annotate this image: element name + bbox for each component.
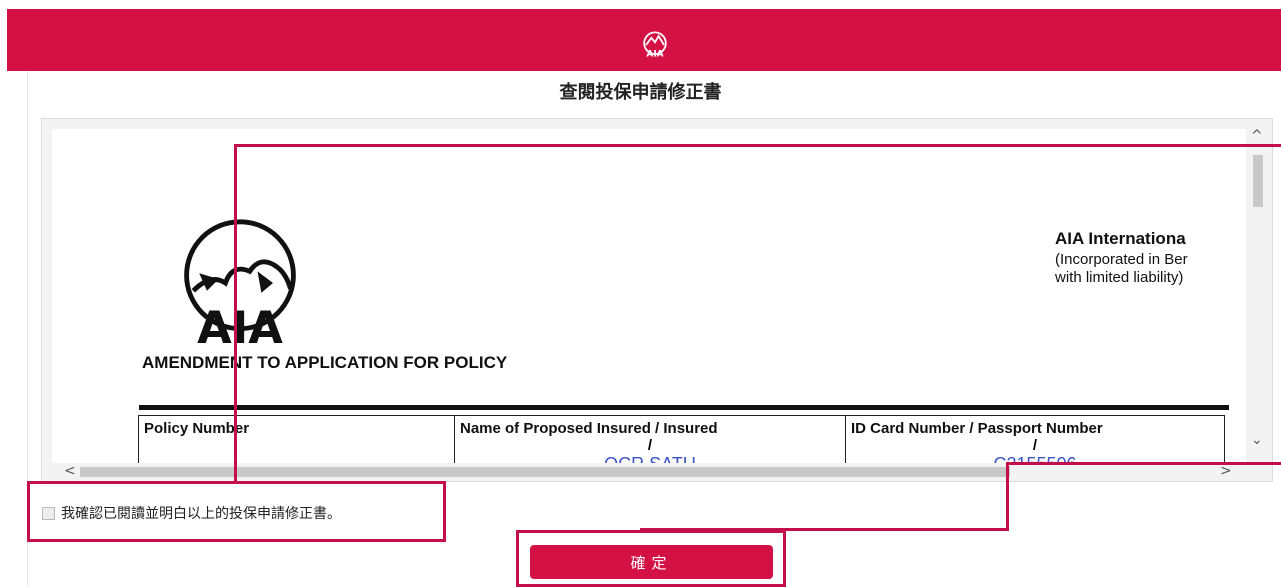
callout-line-bottom <box>1006 462 1281 465</box>
policy-number-header: Policy Number <box>144 420 250 437</box>
aia-document-logo: AIA <box>184 219 296 351</box>
button-highlight-box <box>516 530 786 587</box>
app-header: AIA <box>7 9 1281 71</box>
company-info: AIA Internationa (Incorporated in Ber wi… <box>1055 229 1246 287</box>
callout-line-vertical-left <box>234 144 237 482</box>
scroll-right-icon[interactable]: > <box>1220 464 1232 478</box>
svg-text:AIA: AIA <box>197 302 283 351</box>
insured-name-cell: Name of Proposed Insured / Insured / OCR… <box>454 415 846 463</box>
id-card-separator: / <box>1032 437 1038 454</box>
horizontal-scroll-thumb[interactable] <box>80 467 1010 477</box>
id-card-header: ID Card Number / Passport Number <box>851 420 1103 437</box>
vertical-scrollbar[interactable]: ^ ⌄ <box>1248 127 1266 449</box>
heading-rule <box>139 405 1229 410</box>
vertical-scroll-thumb[interactable] <box>1253 155 1263 207</box>
checkbox-highlight-box <box>27 481 446 542</box>
aia-logo-icon: AIA <box>643 31 667 60</box>
callout-line-connector <box>640 528 1009 531</box>
callout-line-vertical-right <box>1006 462 1009 530</box>
callout-line-top <box>234 144 1281 147</box>
company-name: AIA Internationa <box>1055 229 1186 248</box>
scroll-left-icon[interactable]: < <box>64 464 76 478</box>
id-card-cell: ID Card Number / Passport Number / C2155… <box>845 415 1225 463</box>
scroll-down-icon[interactable]: ⌄ <box>1251 433 1263 447</box>
insured-name-value: OCR SATU <box>460 454 840 463</box>
svg-text:AIA: AIA <box>646 50 663 60</box>
document-heading: AMENDMENT TO APPLICATION FOR POLICY <box>142 353 508 372</box>
company-incorporation: (Incorporated in Ber <box>1055 251 1188 268</box>
insured-name-separator: / <box>647 437 653 454</box>
scroll-up-icon[interactable]: ^ <box>1251 129 1263 143</box>
policy-info-table: Policy Number Name of Proposed Insured /… <box>138 415 1225 463</box>
document-viewer[interactable]: AIA AIA Internationa (Incorporated in Be… <box>41 118 1273 482</box>
company-liability: with limited liability) <box>1055 269 1184 286</box>
page-title: 查閱投保申請修正書 <box>559 82 722 103</box>
insured-name-header: Name of Proposed Insured / Insured <box>460 420 718 437</box>
document-page: AIA AIA Internationa (Incorporated in Be… <box>52 129 1246 463</box>
horizontal-scrollbar[interactable]: < > <box>50 463 1240 479</box>
policy-number-cell: Policy Number <box>138 415 455 463</box>
